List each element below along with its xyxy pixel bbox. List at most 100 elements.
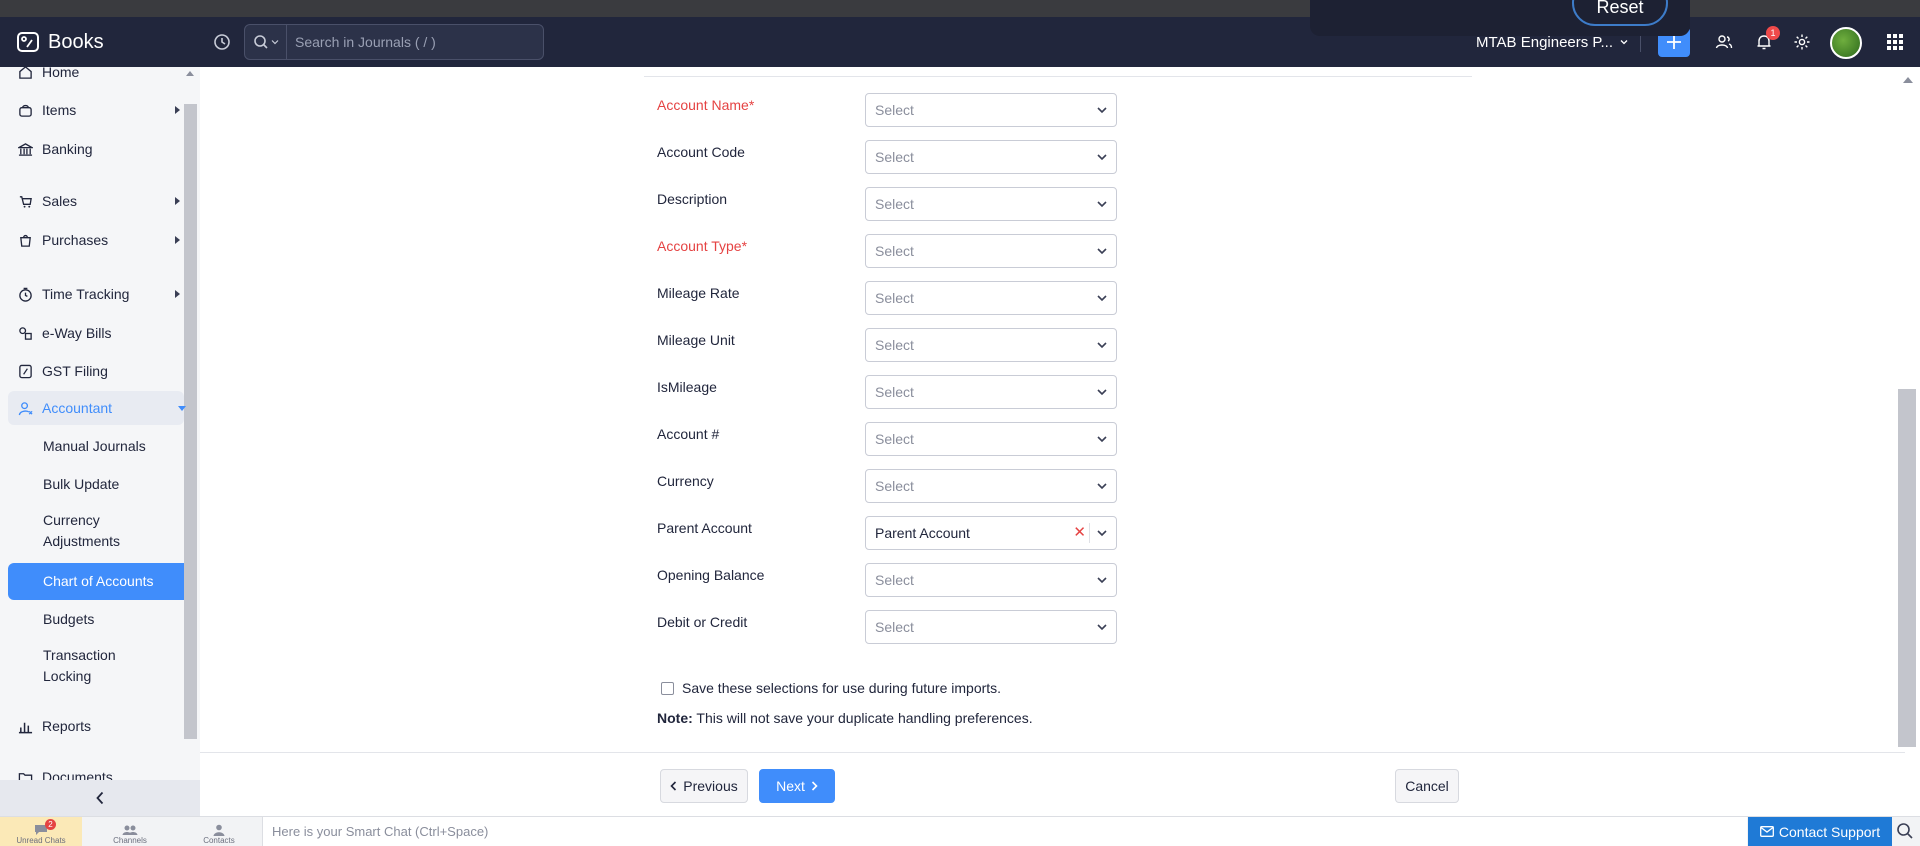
sidebar: Home Items Banking Sales Purchases Time … xyxy=(0,67,200,780)
sidebar-item-items[interactable]: Items xyxy=(0,93,184,127)
sidebar-item-budgets[interactable]: Budgets xyxy=(8,606,184,632)
note-label: Note: xyxy=(657,710,693,726)
reset-button[interactable]: Reset xyxy=(1572,0,1668,26)
user-avatar[interactable] xyxy=(1830,27,1862,59)
app-logo[interactable]: Books xyxy=(16,30,200,54)
chevron-down-icon xyxy=(1097,624,1107,631)
channels-icon xyxy=(122,825,138,835)
expand-arrow-icon xyxy=(175,236,180,244)
recent-history-icon[interactable] xyxy=(212,32,232,52)
sidebar-item-purchases[interactable]: Purchases xyxy=(0,223,184,257)
field-select-account[interactable]: Select xyxy=(865,422,1117,456)
field-select-account-code[interactable]: Select xyxy=(865,140,1117,174)
chevron-down-icon xyxy=(1097,201,1107,208)
field-select-account-type[interactable]: Select xyxy=(865,234,1117,268)
field-select-ismileage[interactable]: Select xyxy=(865,375,1117,409)
notification-badge: 1 xyxy=(1766,26,1780,40)
app-name: Books xyxy=(48,30,104,53)
form-footer: Previous Next Cancel xyxy=(200,752,1905,816)
chevron-down-icon xyxy=(1097,436,1107,443)
sidebar-item-accountant[interactable]: Accountant xyxy=(8,391,186,425)
sidebar-item-manual-journals[interactable]: Manual Journals xyxy=(8,433,184,459)
app-grid-icon[interactable] xyxy=(1883,30,1907,54)
tab-unread-chats[interactable]: Unread Chats 2 xyxy=(0,817,82,846)
scrollbar-thumb[interactable] xyxy=(1898,389,1916,747)
org-name: MTAB Engineers P... xyxy=(1476,33,1614,51)
sidebar-item-bulk-update[interactable]: Bulk Update xyxy=(8,471,184,497)
sidebar-item-currency-adjustments[interactable]: Currency Adjustments xyxy=(8,509,158,553)
chevron-down-icon xyxy=(1097,530,1107,537)
select-value: Select xyxy=(875,196,914,212)
field-select-currency[interactable]: Select xyxy=(865,469,1117,503)
sidebar-item-documents[interactable]: Documents xyxy=(0,760,184,780)
field-select-account-name[interactable]: Select xyxy=(865,93,1117,127)
chevron-down-icon xyxy=(271,40,278,45)
search-box xyxy=(244,24,544,60)
sidebar-item-transaction-locking[interactable]: Transaction Locking xyxy=(8,644,184,688)
sidebar-item-sales[interactable]: Sales xyxy=(0,184,184,218)
contacts-icon xyxy=(213,824,225,836)
scroll-up-icon[interactable] xyxy=(1903,77,1913,83)
smart-chat-bar: Unread Chats 2 Channels Contacts Contact… xyxy=(0,816,1920,846)
main-scrollbar[interactable] xyxy=(1896,67,1920,747)
next-button[interactable]: Next xyxy=(759,769,835,803)
chevron-down-icon xyxy=(1620,40,1628,45)
smart-chat-input[interactable] xyxy=(262,817,1747,846)
chat-search-icon[interactable] xyxy=(1896,822,1914,840)
settings-gear-icon[interactable] xyxy=(1790,30,1814,54)
save-selections-label: Save these selections for use during fut… xyxy=(682,680,1002,696)
search-scope-dropdown[interactable] xyxy=(245,25,287,59)
expand-arrow-icon xyxy=(175,197,180,205)
chevron-down-icon xyxy=(1097,483,1107,490)
expand-arrow-icon xyxy=(175,106,180,114)
sidebar-collapse-button[interactable] xyxy=(0,780,200,816)
clear-icon[interactable]: ✕ xyxy=(1073,525,1086,541)
field-row-opening-balance: Opening Balance Select xyxy=(657,563,1117,597)
referral-icon[interactable] xyxy=(1712,30,1736,54)
save-selections-row[interactable]: Save these selections for use during fut… xyxy=(661,680,1001,696)
field-row-parent-account: Parent Account Parent Account ✕ xyxy=(657,516,1117,550)
notifications-icon[interactable]: 1 xyxy=(1752,26,1780,54)
field-label: Debit or Credit xyxy=(657,614,748,630)
field-select-mileage-unit[interactable]: Select xyxy=(865,328,1117,362)
field-select-debit-or-credit[interactable]: Select xyxy=(865,610,1117,644)
field-select-opening-balance[interactable]: Select xyxy=(865,563,1117,597)
header-separator xyxy=(1640,34,1641,52)
sidebar-scrollbar[interactable] xyxy=(184,67,197,780)
field-select-parent-account[interactable]: Parent Account ✕ xyxy=(865,516,1117,550)
chevron-left-icon xyxy=(96,791,104,805)
unread-badge: 2 xyxy=(45,819,56,830)
chevron-down-icon xyxy=(1097,295,1107,302)
field-label: IsMileage xyxy=(657,379,717,395)
chevron-right-icon xyxy=(811,781,818,791)
field-row-mileage-rate: Mileage Rate Select xyxy=(657,281,1117,315)
field-row-account-type: Account Type* Select xyxy=(657,234,1117,268)
collapse-arrow-icon xyxy=(178,406,186,411)
contact-support-button[interactable]: Contact Support xyxy=(1748,817,1892,846)
eway-icon xyxy=(19,326,32,340)
sidebar-item-time-tracking[interactable]: Time Tracking xyxy=(0,277,184,311)
sidebar-item-chart-of-accounts[interactable]: Chart of Accounts xyxy=(8,563,184,600)
search-icon xyxy=(253,35,268,49)
sidebar-item-eway-bills[interactable]: e-Way Bills xyxy=(0,316,184,350)
field-label: Account Type* xyxy=(657,238,748,254)
save-selections-checkbox[interactable] xyxy=(661,681,674,695)
search-input[interactable] xyxy=(287,34,543,50)
cancel-button[interactable]: Cancel xyxy=(1395,769,1459,803)
sidebar-item-home[interactable]: Home xyxy=(0,67,184,89)
items-icon xyxy=(19,104,32,117)
field-select-mileage-rate[interactable]: Select xyxy=(865,281,1117,315)
previous-button[interactable]: Previous xyxy=(660,769,748,803)
section-divider xyxy=(644,76,1472,77)
select-separator xyxy=(1089,523,1090,543)
sidebar-item-gst-filing[interactable]: GST Filing xyxy=(0,354,184,388)
tab-channels[interactable]: Channels xyxy=(89,817,171,846)
sidebar-item-banking[interactable]: Banking xyxy=(0,132,184,166)
field-row-ismileage: IsMileage Select xyxy=(657,375,1117,409)
field-select-description[interactable]: Select xyxy=(865,187,1117,221)
tab-contacts[interactable]: Contacts xyxy=(178,817,260,846)
field-label: Opening Balance xyxy=(657,567,765,583)
sidebar-item-reports[interactable]: Reports xyxy=(0,709,184,743)
select-value: Select xyxy=(875,149,914,165)
field-label: Mileage Unit xyxy=(657,332,735,348)
